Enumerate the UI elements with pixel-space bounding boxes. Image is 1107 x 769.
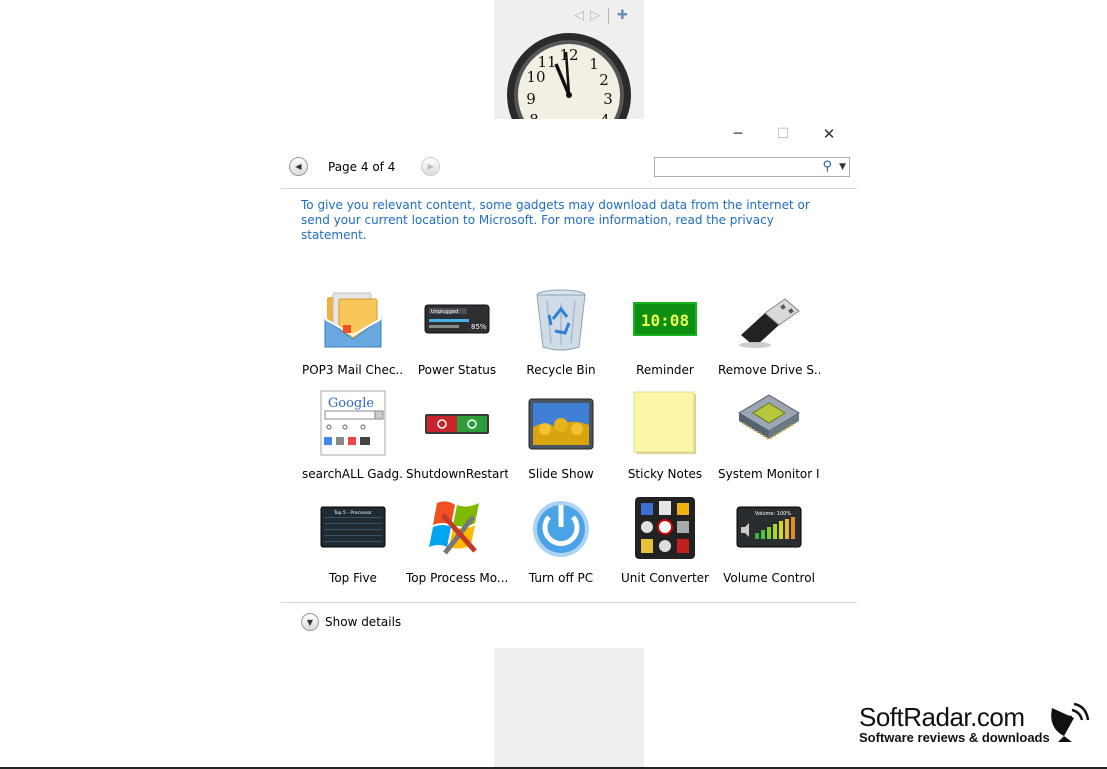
footer-divider	[281, 602, 857, 603]
gadget-tile[interactable]: Slide Show	[509, 389, 613, 493]
gadget-name: Sticky Notes	[627, 467, 703, 481]
top-five-title: Top 5 - Processor	[333, 510, 372, 516]
analog-clock-icon[interactable]: 12 1 2 3 9 10 11 4 8	[504, 30, 634, 119]
gadget-tile[interactable]: Google searchALL Gadg...	[301, 389, 405, 493]
chevron-down-icon: ▼	[301, 613, 319, 631]
cpu-chip-icon	[738, 394, 800, 441]
sticky-note-icon	[633, 391, 696, 454]
svg-text:12: 12	[559, 46, 578, 64]
gadget-name: Top Process Mo...	[406, 571, 508, 585]
gadget-name: Power Status	[417, 363, 497, 377]
previous-arrow-icon[interactable]: ◁	[574, 8, 584, 24]
gadget-name: Remove Drive S...	[718, 363, 820, 377]
volume-label: Volume: 100%	[755, 511, 791, 517]
satellite-dish-icon	[1051, 702, 1090, 742]
gadget-name: Slide Show	[528, 467, 594, 481]
gadget-name: Reminder	[636, 363, 694, 377]
gadget-name: ShutdownRestart	[406, 467, 508, 481]
svg-text:3: 3	[603, 90, 613, 108]
next-arrow-icon[interactable]: ▷	[590, 8, 600, 24]
show-details-label: Show details	[325, 615, 402, 629]
gadget-tile[interactable]: Unplugged 85% Power Status	[405, 285, 509, 389]
search-gadgets-input[interactable]: ⚲ ▼	[654, 157, 850, 177]
slideshow-icon	[528, 398, 594, 450]
google-search-icon: Google	[320, 390, 386, 456]
gadget-tile[interactable]: Recycle Bin	[509, 285, 613, 389]
search-icon[interactable]: ⚲	[822, 159, 832, 174]
next-page-button[interactable]: ▶	[421, 157, 441, 176]
gadget-tile[interactable]: ShutdownRestart	[405, 389, 509, 493]
svg-text:85%: 85%	[471, 323, 487, 331]
digital-clock-icon: 10:08	[633, 302, 697, 336]
svg-text:11: 11	[537, 53, 556, 71]
gadget-tile[interactable]: Sticky Notes	[613, 389, 717, 493]
svg-text:4: 4	[600, 111, 610, 119]
gadget-name: Unit Converter	[620, 571, 709, 585]
gadget-tile[interactable]: Top Process Mo...	[405, 493, 509, 597]
google-logo-text: Google	[328, 396, 375, 411]
volume-icon: Volume: 100%	[736, 506, 802, 548]
process-list-icon: Top 5 - Processor	[320, 506, 386, 548]
privacy-notice-link[interactable]: To give you relevant content, some gadge…	[301, 198, 821, 243]
gadget-strip-nav: ◁ ▷ ✚	[574, 8, 628, 24]
converter-icon	[635, 497, 695, 559]
gadget-tile[interactable]: POP3 Mail Chec...	[301, 285, 405, 389]
svg-text:9: 9	[526, 90, 536, 108]
maximize-button[interactable]: ☐	[773, 124, 793, 144]
show-details-toggle[interactable]: ▼ Show details	[301, 613, 401, 631]
gadget-tile[interactable]: System Monitor II	[717, 389, 821, 493]
usb-drive-icon	[739, 298, 800, 348]
minimize-button[interactable]: ─	[728, 124, 748, 144]
gadget-name: Turn off PC	[528, 571, 594, 585]
svg-text:2: 2	[599, 71, 609, 89]
gadget-name: POP3 Mail Chec...	[302, 363, 404, 377]
pager: ◀ Page 4 of 4 ▶	[289, 157, 441, 176]
strip-separator	[608, 8, 609, 24]
battery-icon: Unplugged 85%	[424, 304, 490, 334]
gadget-name: Top Five	[329, 571, 377, 585]
power-buttons-icon	[425, 414, 489, 434]
gadget-tile[interactable]: Volume: 100% Volume Control	[717, 493, 821, 597]
gadget-name: Recycle Bin	[526, 363, 596, 377]
gadget-tile[interactable]: Unit Converter	[613, 493, 717, 597]
gadget-tile[interactable]: Top 5 - Processor Top Five	[301, 493, 405, 597]
gadget-name: searchALL Gadg...	[302, 467, 404, 481]
power-icon	[533, 501, 589, 557]
gadget-tile[interactable]: Remove Drive S...	[717, 285, 821, 389]
close-button[interactable]: ✕	[819, 124, 839, 144]
recycle-bin-icon	[536, 289, 586, 351]
power-status-label: Unplugged	[431, 309, 458, 315]
svg-text:1: 1	[589, 55, 599, 73]
chevron-down-icon[interactable]: ▼	[839, 159, 846, 175]
watermark-subtitle: Software reviews & downloads	[859, 730, 1050, 745]
watermark: SoftRadar.com Software reviews & downloa…	[859, 703, 1050, 745]
gadget-grid: POP3 Mail Chec... Unplugged 85% Power St…	[301, 285, 821, 597]
gadget-name: Volume Control	[723, 571, 815, 585]
mail-icon	[324, 292, 382, 348]
sidebar-gadget-strip-bottom	[494, 648, 644, 769]
header-divider	[281, 188, 857, 189]
gadget-tile[interactable]: 10:08 Reminder	[613, 285, 717, 389]
watermark-title: SoftRadar.com	[859, 702, 1025, 732]
sidebar-gadget-strip-top: ◁ ▷ ✚ 12 1 2 3 9 10 11 4 8	[494, 0, 644, 119]
page-indicator: Page 4 of 4	[328, 159, 396, 174]
reminder-display: 10:08	[641, 311, 689, 330]
windows-tools-icon	[429, 501, 479, 555]
previous-page-button[interactable]: ◀	[289, 157, 308, 176]
add-gadget-icon[interactable]: ✚	[617, 8, 628, 24]
gadget-name: System Monitor II	[718, 467, 820, 481]
svg-text:8: 8	[529, 111, 539, 119]
gadget-tile[interactable]: Turn off PC	[509, 493, 613, 597]
